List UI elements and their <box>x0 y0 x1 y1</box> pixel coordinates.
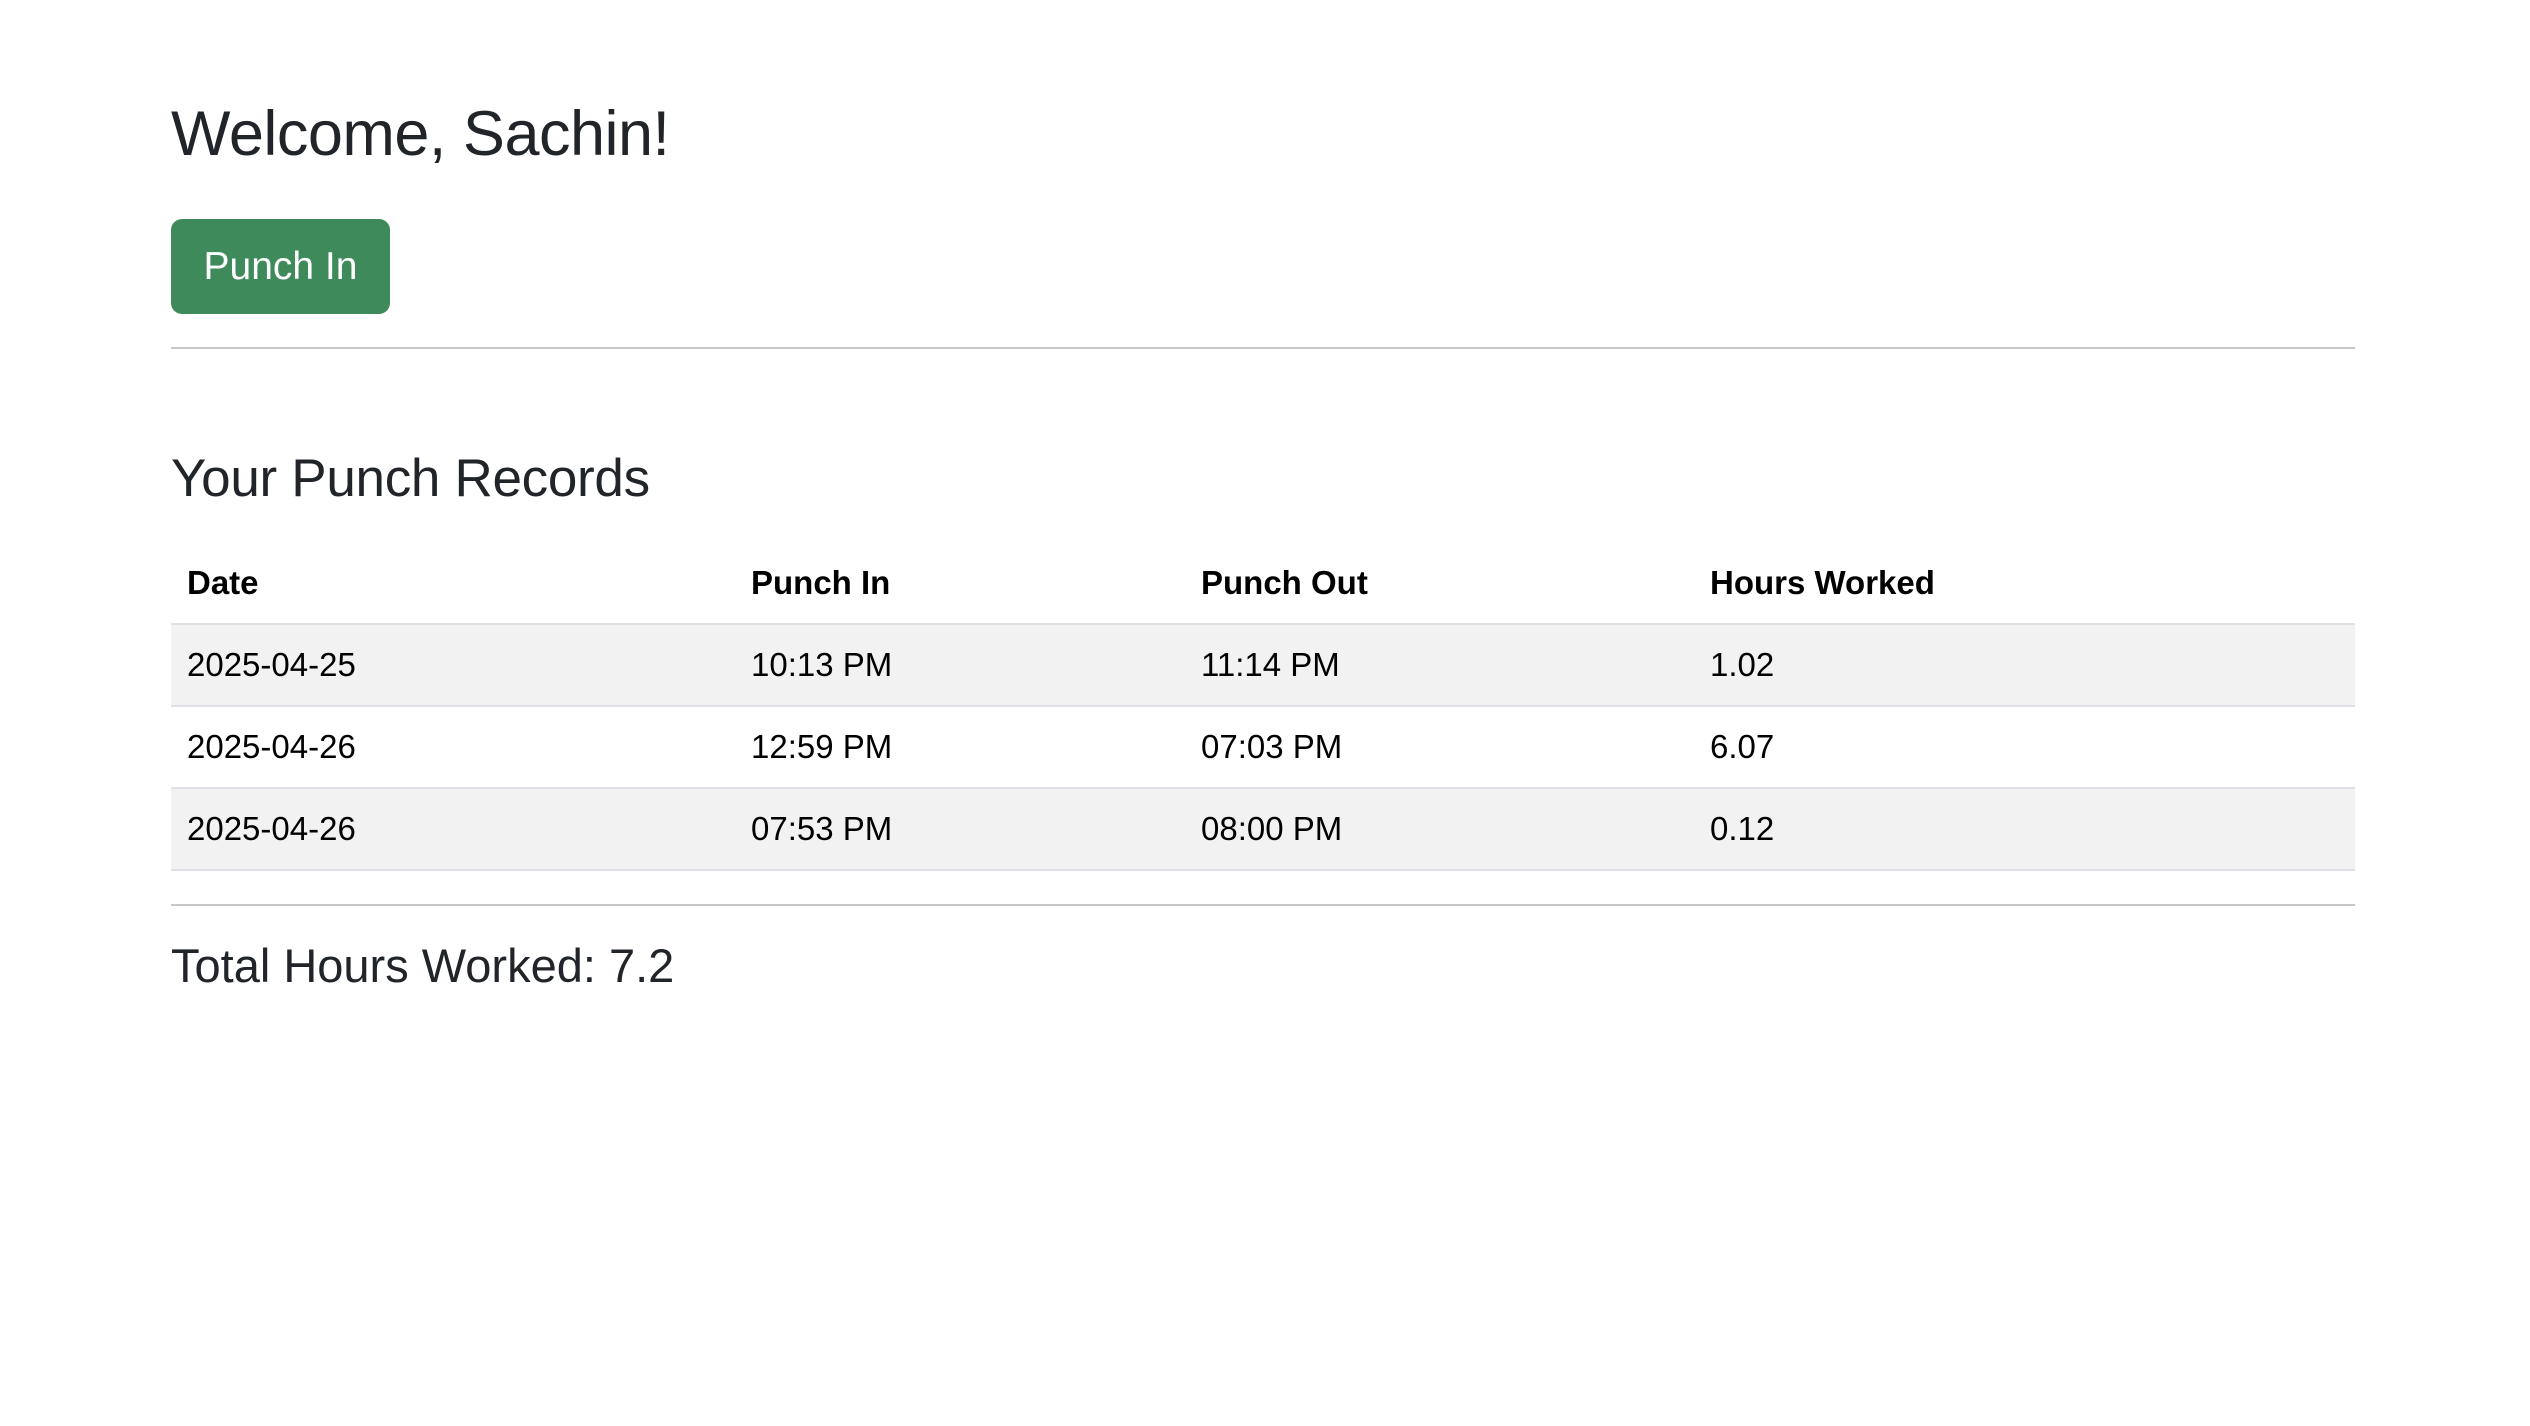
punch-records-table: Date Punch In Punch Out Hours Worked 202… <box>171 543 2355 871</box>
welcome-heading: Welcome, Sachin! <box>171 99 670 169</box>
cell-hours-worked: 0.12 <box>1710 810 1775 847</box>
total-hours-summary: Total Hours Worked: 7.2 <box>171 939 675 992</box>
cell-punch-out: 07:03 PM <box>1201 728 1343 765</box>
punch-in-button[interactable]: Punch In <box>171 219 390 314</box>
cell-punch-in: 12:59 PM <box>751 728 893 765</box>
cell-punch-out: 08:00 PM <box>1201 810 1343 847</box>
table-header-row: Date Punch In Punch Out Hours Worked <box>171 543 2355 625</box>
cell-punch-in: 07:53 PM <box>751 810 893 847</box>
column-header-punch-out: Punch Out <box>1201 564 1368 601</box>
cell-date: 2025-04-25 <box>187 646 356 683</box>
cell-hours-worked: 6.07 <box>1710 728 1775 765</box>
cell-date: 2025-04-26 <box>187 728 356 765</box>
table-row: 2025-04-26 07:53 PM 08:00 PM 0.12 <box>171 789 2355 871</box>
table-row: 2025-04-26 12:59 PM 07:03 PM 6.07 <box>171 707 2355 789</box>
table-row: 2025-04-25 10:13 PM 11:14 PM 1.02 <box>171 625 2355 707</box>
records-heading: Your Punch Records <box>171 449 650 508</box>
cell-date: 2025-04-26 <box>187 810 356 847</box>
section-divider <box>171 347 2355 349</box>
cell-punch-in: 10:13 PM <box>751 646 893 683</box>
cell-hours-worked: 1.02 <box>1710 646 1775 683</box>
cell-punch-out: 11:14 PM <box>1201 646 1340 683</box>
column-header-date: Date <box>187 564 259 601</box>
column-header-punch-in: Punch In <box>751 564 891 601</box>
summary-divider <box>171 904 2355 906</box>
column-header-hours-worked: Hours Worked <box>1710 564 1935 601</box>
